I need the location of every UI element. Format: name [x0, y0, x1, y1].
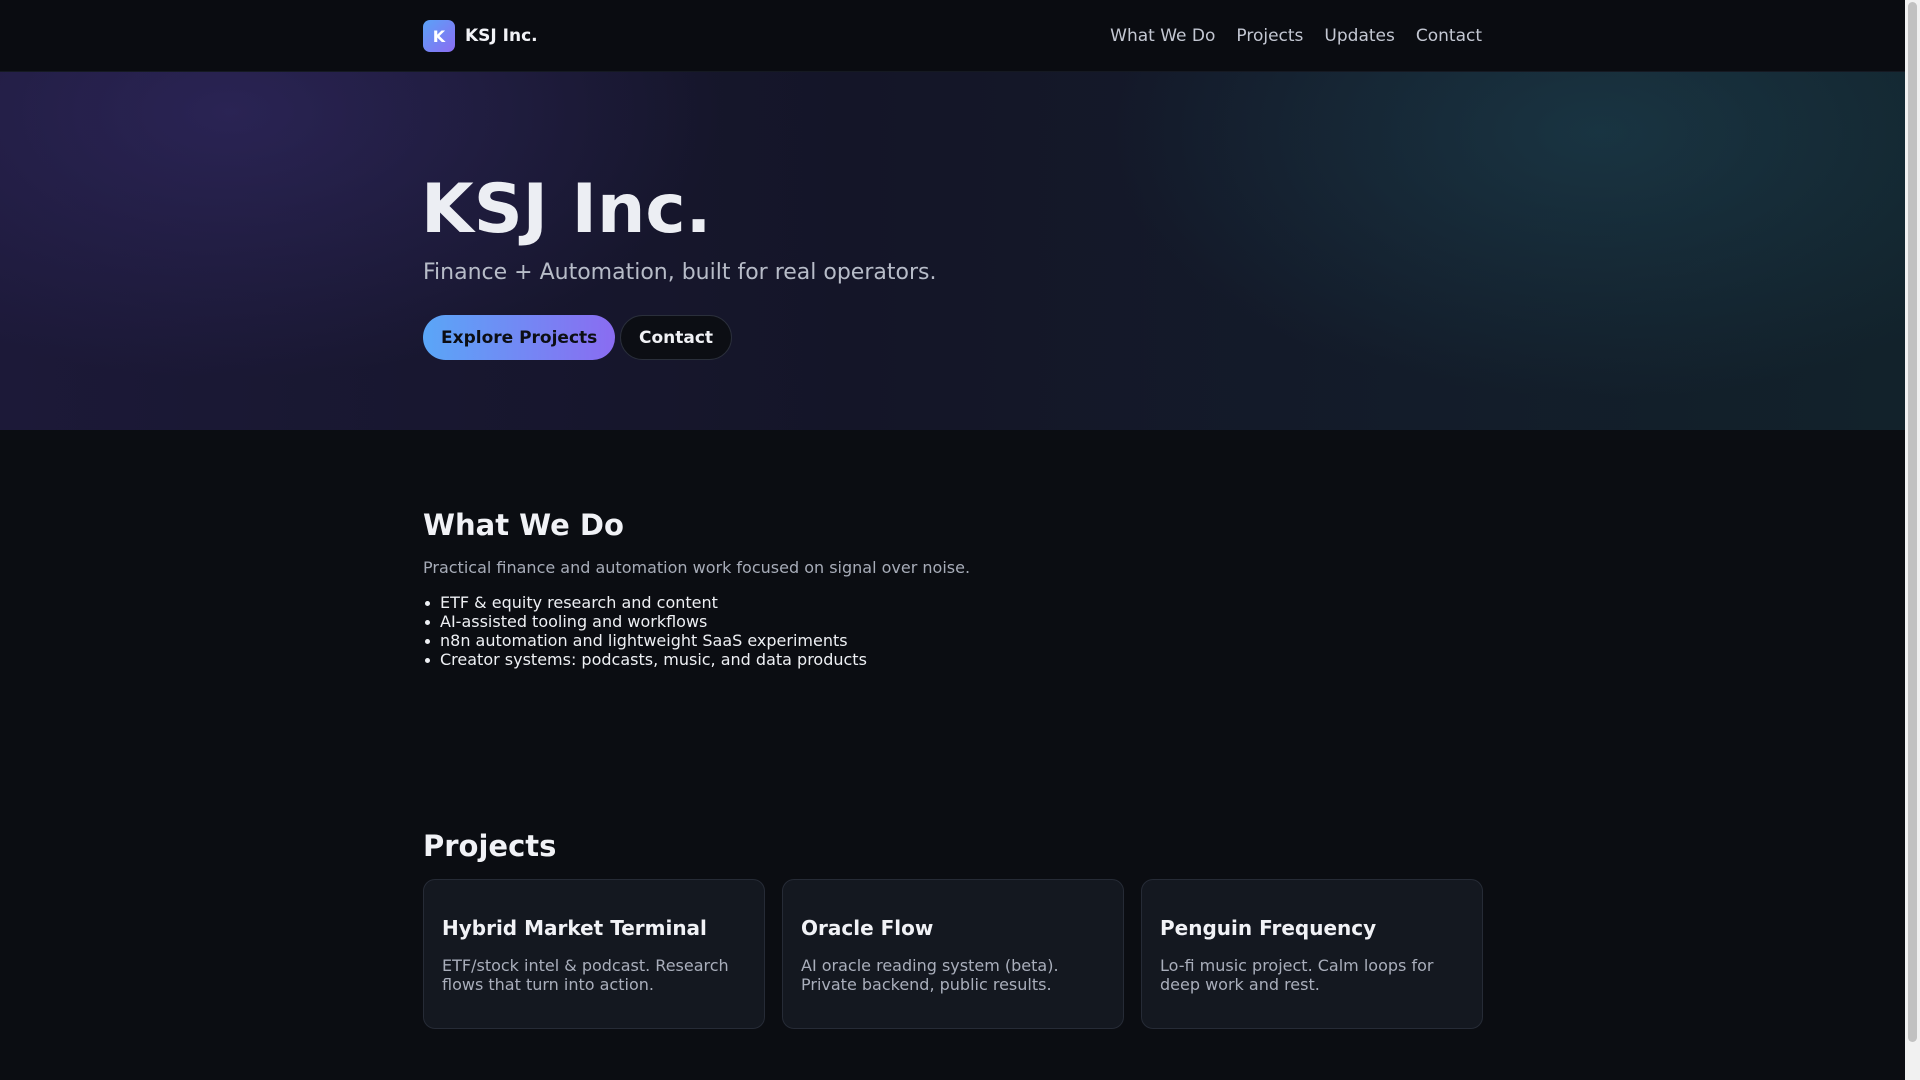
vertical-scrollbar[interactable] [1905, 0, 1920, 1080]
hero-section: KSJ Inc. Finance + Automation, built for… [0, 72, 1905, 430]
hero-subtitle: Finance + Automation, built for real ope… [423, 260, 937, 285]
project-card-title: Penguin Frequency [1160, 916, 1377, 940]
main-nav: What We Do Projects Updates Contact [1110, 26, 1482, 46]
project-card-title: Hybrid Market Terminal [442, 916, 707, 940]
list-item: n8n automation and lightweight SaaS expe… [425, 631, 867, 650]
scrollbar-thumb[interactable] [1908, 2, 1917, 1042]
explore-projects-button[interactable]: Explore Projects [423, 315, 616, 360]
nav-link-what-we-do[interactable]: What We Do [1110, 26, 1215, 46]
project-card-description-line: Private backend, public results. [801, 975, 1052, 994]
contact-button[interactable]: Contact [620, 315, 733, 360]
nav-link-contact[interactable]: Contact [1416, 26, 1482, 46]
projects-heading: Projects [423, 829, 557, 863]
brand[interactable]: K KSJ Inc. [423, 20, 538, 52]
project-card-description-line: AI oracle reading system (beta). [801, 956, 1059, 975]
what-we-do-heading: What We Do [423, 508, 624, 542]
project-card-description-line: ETF/stock intel & podcast. Research [442, 956, 729, 975]
page: K KSJ Inc. What We Do Projects Updates C… [0, 0, 1905, 1080]
project-card-title: Oracle Flow [801, 916, 934, 940]
list-item: AI-assisted tooling and workflows [425, 612, 867, 631]
brand-name: KSJ Inc. [465, 26, 538, 46]
project-card-description-line: flows that turn into action. [442, 975, 654, 994]
list-item: ETF & equity research and content [425, 593, 867, 612]
nav-link-projects[interactable]: Projects [1236, 26, 1303, 46]
project-card-hybrid-market-terminal[interactable]: Hybrid Market Terminal ETF/stock intel &… [423, 879, 765, 1029]
project-card-description: ETF/stock intel & podcast. Research flow… [442, 956, 746, 994]
top-navbar: K KSJ Inc. What We Do Projects Updates C… [0, 0, 1905, 72]
what-we-do-description: Practical finance and automation work fo… [423, 558, 971, 577]
project-card-oracle-flow[interactable]: Oracle Flow AI oracle reading system (be… [782, 879, 1124, 1029]
brand-logo-icon: K [423, 20, 455, 52]
nav-link-updates[interactable]: Updates [1324, 26, 1394, 46]
project-card-description-line: deep work and rest. [1160, 975, 1320, 994]
project-card-description: Lo-fi music project. Calm loops for deep… [1160, 956, 1464, 994]
project-card-description-line: Lo-fi music project. Calm loops for [1160, 956, 1434, 975]
list-item: Creator systems: podcasts, music, and da… [425, 650, 867, 669]
project-cards: Hybrid Market Terminal ETF/stock intel &… [423, 879, 1483, 1029]
what-we-do-list: ETF & equity research and content AI-ass… [425, 593, 867, 669]
project-card-penguin-frequency[interactable]: Penguin Frequency Lo-fi music project. C… [1141, 879, 1483, 1029]
hero-title: KSJ Inc. [421, 170, 712, 249]
project-card-description: AI oracle reading system (beta). Private… [801, 956, 1105, 994]
